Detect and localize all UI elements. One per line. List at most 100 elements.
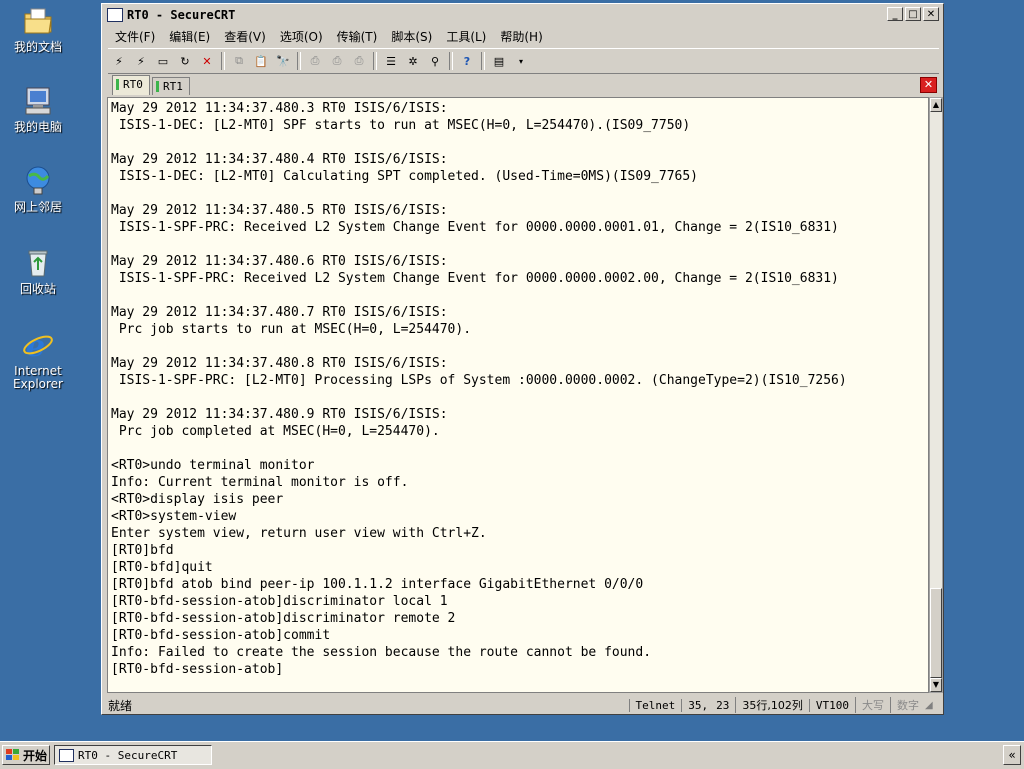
menu-transfer[interactable]: 传输(T): [330, 28, 385, 45]
tab-rt1[interactable]: RT1: [152, 77, 190, 95]
quick-connect-icon[interactable]: ⚡: [132, 53, 150, 69]
internet-explorer-icon: e: [21, 328, 55, 364]
securecrt-task-icon: [59, 748, 74, 762]
scroll-down-icon[interactable]: ▼: [930, 678, 942, 692]
connected-indicator-icon: [116, 79, 119, 90]
start-button[interactable]: 开始: [2, 745, 50, 765]
terminal-line: May 29 2012 11:34:37.480.4 RT0 ISIS/6/IS…: [111, 152, 448, 167]
tab-label: RT0: [123, 78, 143, 91]
svg-text:e: e: [26, 329, 45, 362]
desktop-icon-my-documents[interactable]: 我的文档: [2, 4, 74, 54]
menu-bar: 文件(F) 编辑(E) 查看(V) 选项(O) 传输(T) 脚本(S) 工具(L…: [108, 26, 939, 46]
print-icon[interactable]: ⎙: [306, 53, 324, 69]
toolbar-separator: [373, 52, 377, 70]
printer-setup-icon[interactable]: ⎙: [350, 53, 368, 69]
tray-expand-button[interactable]: «: [1003, 745, 1021, 765]
help-icon[interactable]: ?: [458, 53, 476, 69]
scroll-thumb[interactable]: [930, 588, 942, 678]
status-caps: 大写: [855, 697, 890, 713]
terminal-line: May 29 2012 11:34:37.480.3 RT0 ISIS/6/IS…: [111, 101, 448, 116]
terminal-line: Enter system view, return user view with…: [111, 526, 487, 541]
terminal-line: May 29 2012 11:34:37.480.7 RT0 ISIS/6/IS…: [111, 305, 448, 320]
status-ready: 就绪: [108, 698, 133, 713]
close-tab-icon[interactable]: ✕: [920, 77, 937, 93]
toolbar-separator: [449, 52, 453, 70]
terminal-line: [RT0-bfd-session-atob]discriminator remo…: [111, 611, 456, 626]
connect-icon[interactable]: ⚡: [110, 53, 128, 69]
desktop-icon-my-computer[interactable]: 我的电脑: [2, 84, 74, 134]
terminal-text: May 29 2012 11:34:37.480.3 RT0 ISIS/6/IS…: [111, 100, 847, 678]
scroll-up-icon[interactable]: ▲: [930, 98, 942, 112]
toolbar: ⚡ ⚡ ▭ ↻ ✕ ⧉ 📋 🔭 ⎙ ⎙ ⎙ ☰ ✲ ⚲ ? ▤ ▾: [108, 48, 939, 74]
status-col: 23: [716, 698, 730, 712]
desktop-icon-network[interactable]: 网上邻居: [2, 164, 74, 214]
close-button[interactable]: ✕: [923, 7, 939, 21]
desktop-icon-recycle-bin[interactable]: 回收站: [2, 246, 74, 296]
copy-icon[interactable]: ⧉: [230, 53, 248, 69]
sftp-icon[interactable]: ▤: [490, 53, 508, 69]
network-icon: [21, 164, 55, 198]
print-selection-icon[interactable]: ⎙: [328, 53, 346, 69]
paste-icon[interactable]: 📋: [252, 53, 270, 69]
tab-label: RT1: [163, 80, 183, 93]
menu-view[interactable]: 查看(V): [217, 28, 273, 45]
tab-rt0[interactable]: RT0: [112, 75, 150, 95]
terminal-line: ISIS-1-DEC: [L2-MT0] SPF starts to run a…: [111, 118, 691, 133]
menu-script[interactable]: 脚本(S): [384, 28, 439, 45]
minimize-button[interactable]: _: [887, 7, 903, 21]
terminal-output[interactable]: May 29 2012 11:34:37.480.3 RT0 ISIS/6/IS…: [107, 97, 929, 693]
securecrt-app-icon: [107, 8, 123, 22]
title-bar[interactable]: RT0 - SecureCRT _ □ ✕: [104, 6, 941, 24]
terminal-line: [RT0]bfd: [111, 543, 174, 558]
menu-edit[interactable]: 编辑(E): [162, 28, 217, 45]
window-title: RT0 - SecureCRT: [127, 8, 236, 22]
status-num: 数字: [890, 697, 925, 713]
terminal-line: <RT0>undo terminal monitor: [111, 458, 315, 473]
resize-grip-icon[interactable]: ◢: [925, 700, 939, 711]
computer-icon: [21, 84, 55, 118]
terminal-line: ISIS-1-DEC: [L2-MT0] Calculating SPT com…: [111, 169, 698, 184]
terminal-line: ISIS-1-SPF-PRC: Received L2 System Chang…: [111, 220, 839, 235]
terminal-line: May 29 2012 11:34:37.480.5 RT0 ISIS/6/IS…: [111, 203, 448, 218]
status-emulation: VT100: [808, 698, 855, 712]
session-tabs: RT0 RT1 ✕: [106, 75, 939, 95]
folder-documents-icon: [21, 4, 55, 38]
terminal-line: Prc job completed at MSEC(H=0, L=254470)…: [111, 424, 440, 439]
disconnect-icon[interactable]: ✕: [198, 53, 216, 69]
recycle-bin-icon: [21, 246, 55, 280]
session-options-icon[interactable]: ☰: [382, 53, 400, 69]
terminal-line: ISIS-1-SPF-PRC: Received L2 System Chang…: [111, 271, 839, 286]
menu-tools[interactable]: 工具(L): [439, 28, 493, 45]
maximize-button[interactable]: □: [905, 7, 921, 21]
terminal-line: [RT0-bfd-session-atob]: [111, 662, 284, 677]
terminal-line: <RT0>display isis peer: [111, 492, 284, 507]
status-protocol: Telnet: [628, 698, 682, 712]
desktop-icon-internet-explorer[interactable]: e Internet Explorer: [2, 328, 74, 391]
terminal-line: [RT0-bfd-session-atob]commit: [111, 628, 331, 643]
terminal-line: ISIS-1-SPF-PRC: [L2-MT0] Processing LSPs…: [111, 373, 847, 388]
toolbar-separator: [221, 52, 225, 70]
global-options-icon[interactable]: ✲: [404, 53, 422, 69]
securecrt-window: RT0 - SecureCRT _ □ ✕ 文件(F) 编辑(E) 查看(V) …: [101, 3, 944, 715]
reconnect-icon[interactable]: ↻: [176, 53, 194, 69]
connect-in-tab-icon[interactable]: ▭: [154, 53, 172, 69]
menu-help[interactable]: 帮助(H): [493, 28, 549, 45]
toolbar-separator: [481, 52, 485, 70]
menu-file[interactable]: 文件(F): [108, 28, 162, 45]
toolbar-dropdown-icon[interactable]: ▾: [512, 53, 530, 69]
vertical-scrollbar[interactable]: ▲ ▼: [929, 97, 943, 693]
terminal-line: May 29 2012 11:34:37.480.8 RT0 ISIS/6/IS…: [111, 356, 448, 371]
menu-options[interactable]: 选项(O): [273, 28, 330, 45]
terminal-line: Info: Current terminal monitor is off.: [111, 475, 409, 490]
terminal-line: May 29 2012 11:34:37.480.6 RT0 ISIS/6/IS…: [111, 254, 448, 269]
terminal-line: [RT0]bfd atob bind peer-ip 100.1.1.2 int…: [111, 577, 644, 592]
find-icon[interactable]: 🔭: [274, 53, 292, 69]
keymap-icon[interactable]: ⚲: [426, 53, 444, 69]
taskbar-securecrt[interactable]: RT0 - SecureCRT: [54, 745, 212, 765]
toolbar-separator: [297, 52, 301, 70]
